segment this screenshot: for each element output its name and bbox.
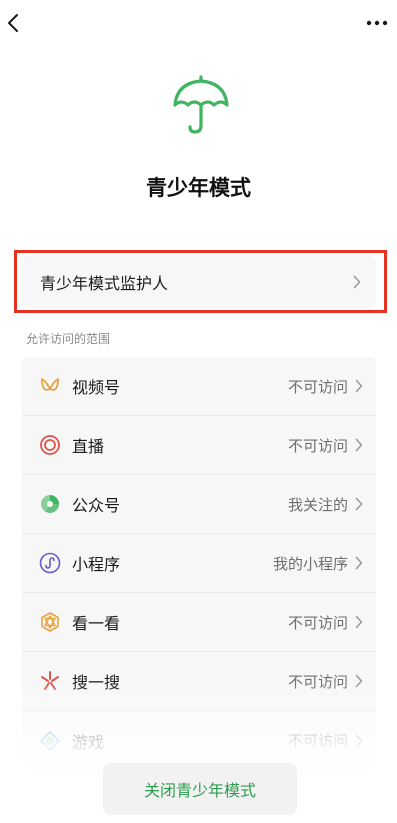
channels-icon xyxy=(38,374,62,398)
list-item-value: 不可访问 xyxy=(287,613,348,632)
live-icon xyxy=(38,433,62,457)
list-item-top-stories[interactable]: 看一看 不可访问 xyxy=(22,593,376,652)
list-item-mini-programs[interactable]: 小程序 我的小程序 xyxy=(22,534,376,593)
list-item-value: 不可访问 xyxy=(287,377,348,396)
list-item-value: 不可访问 xyxy=(287,732,348,750)
guardian-row[interactable]: 青少年模式监护人 xyxy=(22,256,376,308)
access-list: 视频号 不可访问 直播 不可访问 公众号 我关注的 小程序 我的小程序 看一看 … xyxy=(22,357,376,770)
chevron-right-icon xyxy=(352,275,362,289)
list-item-label: 公众号 xyxy=(72,496,121,515)
list-item-label: 视频号 xyxy=(72,378,121,397)
mini-program-icon xyxy=(38,551,62,575)
more-dots-icon xyxy=(366,20,388,26)
page-title: 青少年模式 xyxy=(146,176,251,200)
guardian-label: 青少年模式监护人 xyxy=(40,274,169,293)
chevron-right-icon xyxy=(354,556,364,570)
list-item-value: 我关注的 xyxy=(287,495,348,514)
list-item-games[interactable]: 游戏 不可访问 xyxy=(22,711,376,770)
list-item-live[interactable]: 直播 不可访问 xyxy=(22,416,376,475)
close-teen-mode-button[interactable]: 关闭青少年模式 xyxy=(103,763,297,815)
back-button[interactable] xyxy=(2,10,24,36)
list-item-label: 搜一搜 xyxy=(72,673,121,692)
list-item-label: 看一看 xyxy=(72,614,121,633)
more-button[interactable] xyxy=(363,12,391,34)
chevron-right-icon xyxy=(354,674,364,688)
chevron-right-icon xyxy=(354,615,364,629)
top-bar xyxy=(0,0,397,44)
list-item-value: 我的小程序 xyxy=(272,554,348,573)
umbrella-icon xyxy=(173,75,229,134)
list-item-value: 不可访问 xyxy=(287,436,348,455)
top-stories-icon xyxy=(38,610,62,634)
list-item-channels[interactable]: 视频号 不可访问 xyxy=(22,357,376,416)
chevron-right-icon xyxy=(354,734,364,748)
list-item-value: 不可访问 xyxy=(287,672,348,691)
chevron-right-icon xyxy=(354,438,364,452)
chevron-left-icon xyxy=(8,14,18,32)
official-account-icon xyxy=(38,492,62,516)
search-icon xyxy=(38,669,62,693)
list-item-label: 游戏 xyxy=(72,732,105,752)
chevron-right-icon xyxy=(354,379,364,393)
section-label: 允许访问的范围 xyxy=(26,332,111,346)
list-item-search[interactable]: 搜一搜 不可访问 xyxy=(22,652,376,711)
games-icon xyxy=(38,729,62,753)
chevron-right-icon xyxy=(354,497,364,511)
list-item-label: 小程序 xyxy=(72,555,121,574)
list-item-official-accounts[interactable]: 公众号 我关注的 xyxy=(22,475,376,534)
list-item-label: 直播 xyxy=(72,437,105,456)
